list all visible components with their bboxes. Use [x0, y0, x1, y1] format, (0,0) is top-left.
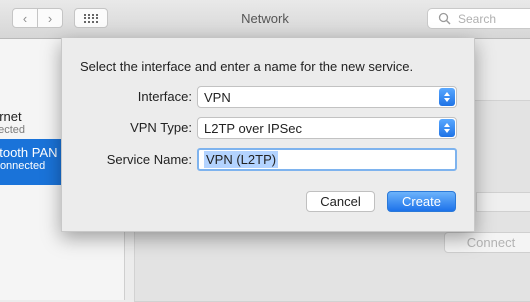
create-button[interactable]: Create: [387, 191, 456, 212]
service-name-value: VPN (L2TP): [204, 151, 279, 168]
interface-label: Interface:: [137, 89, 192, 104]
service-name-input[interactable]: VPN (L2TP): [197, 148, 457, 171]
service-name-label: Service Name:: [106, 152, 192, 167]
cancel-button[interactable]: Cancel: [306, 191, 375, 212]
vpn-type-value: L2TP over IPSec: [204, 120, 303, 136]
popup-arrows-icon: [439, 88, 455, 106]
vpn-type-label: VPN Type:: [130, 120, 192, 135]
search-field[interactable]: Search: [427, 8, 530, 29]
interface-value: VPN: [204, 89, 231, 105]
sheet-prompt: Select the interface and enter a name fo…: [80, 59, 414, 74]
vpn-type-popup[interactable]: L2TP over IPSec: [197, 117, 457, 139]
detail-field: [476, 192, 530, 212]
window-toolbar: ‹ › Network Search: [0, 0, 530, 39]
new-service-sheet: Select the interface and enter a name fo…: [61, 38, 475, 232]
search-icon: [438, 12, 451, 25]
popup-arrows-icon: [439, 119, 455, 137]
search-placeholder: Search: [458, 11, 497, 26]
connect-button[interactable]: Connect: [444, 232, 530, 253]
interface-popup[interactable]: VPN: [197, 86, 457, 108]
